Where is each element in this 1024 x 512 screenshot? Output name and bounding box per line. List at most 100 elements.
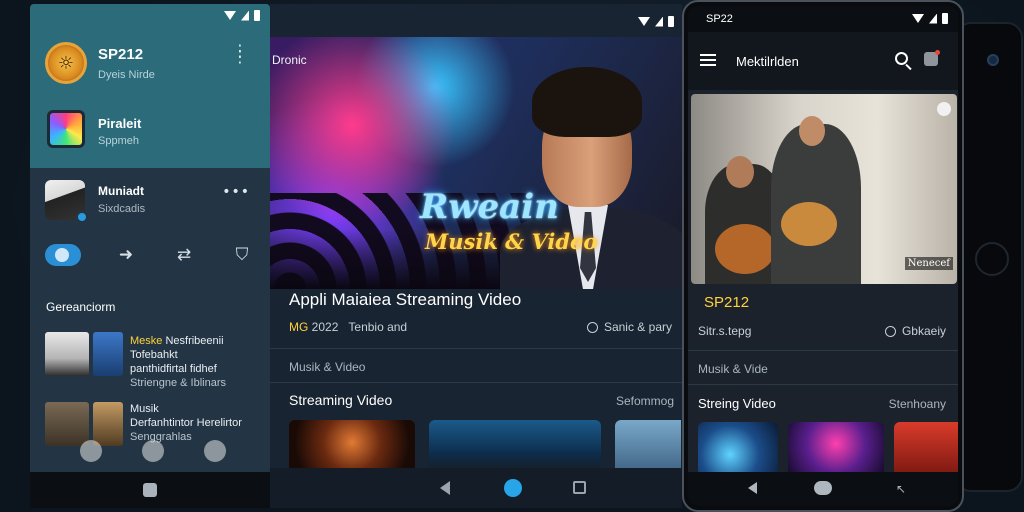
- option-icon[interactable]: [937, 102, 951, 116]
- list-item-line: panthidfirtal fidhef: [130, 363, 217, 375]
- category-label: Musik & Vide: [698, 362, 768, 376]
- hero-tag: Nenecef: [904, 257, 953, 270]
- category-label: Musik & Video: [289, 360, 366, 374]
- share-button[interactable]: Sanic & pary: [586, 320, 672, 334]
- artist-name: SP212: [704, 294, 750, 311]
- more-horizontal-icon[interactable]: •••: [222, 184, 250, 200]
- share-label: Gbkaeiy: [901, 324, 946, 338]
- playlist-title[interactable]: Piraleit: [98, 116, 141, 131]
- battery-icon: [254, 10, 260, 21]
- divider: [270, 348, 682, 349]
- battery-icon: [668, 16, 674, 27]
- wifi-icon: [912, 14, 924, 23]
- section-title: Streaming Video: [289, 392, 393, 408]
- now-playing-thumbnail[interactable]: [45, 180, 88, 223]
- verified-badge-icon: [76, 211, 88, 223]
- hero-neon-subtext: Musik & Video: [425, 229, 598, 254]
- app-bar: Mektilrlden: [688, 32, 958, 90]
- recents-icon[interactable]: ↖: [896, 482, 906, 496]
- share-label: Sanic & pary: [603, 320, 672, 334]
- list-item[interactable]: Meske Nesfribeenii Tofebahkt panthidfirt…: [130, 334, 270, 390]
- list-item-title: Musik: [130, 403, 159, 415]
- battery-icon: [942, 13, 948, 24]
- video-carousel: [698, 422, 958, 476]
- signal-icon: [655, 16, 663, 27]
- app-title: Mektilrlden: [736, 54, 799, 69]
- meta-info: Tenbio and: [348, 320, 408, 334]
- system-nav-bar: ↖: [688, 472, 958, 506]
- list-item-line: Derfanhtintor Herelirtor: [130, 417, 242, 429]
- thumbnail: [45, 332, 89, 376]
- player-controls: ➜ ⇄ ⛉: [45, 244, 255, 266]
- section-heading: Gereanciorm: [46, 300, 116, 314]
- meta-highlight: MG: [289, 320, 309, 334]
- now-playing-subtitle: Sixdcadis: [98, 203, 146, 215]
- account-name: SP212: [98, 46, 144, 63]
- wifi-icon: [638, 17, 650, 26]
- section-more-link[interactable]: Sefommog: [616, 394, 674, 408]
- next-icon[interactable]: ➜: [113, 245, 139, 265]
- menu-icon[interactable]: [700, 54, 716, 66]
- fingerprint-sensor: [975, 242, 1009, 276]
- video-card[interactable]: [894, 422, 958, 476]
- drawer-panel: ☼ SP212 Dyeis Nirde ⋮ ⋮ Piraleit Sppmeh M…: [30, 4, 270, 508]
- video-card[interactable]: [698, 422, 778, 476]
- tablet-screen: Dronic Rweain Musik & Video Appli Maiaie…: [270, 4, 682, 508]
- now-playing-title[interactable]: Muniadt: [98, 184, 144, 198]
- list-item[interactable]: Musik Derfanhtintor Herelirtor Senggrahl…: [130, 402, 242, 444]
- meta-year: 2022: [308, 320, 339, 334]
- camera-icon: [987, 54, 999, 66]
- playlist-thumbnail[interactable]: [47, 110, 85, 148]
- list-item-thumbnails[interactable]: [45, 332, 123, 376]
- hero-banner[interactable]: Dronic Rweain Musik & Video: [270, 37, 682, 289]
- shield-icon[interactable]: ⛉: [229, 245, 255, 265]
- play-toggle[interactable]: [45, 244, 81, 266]
- more-vertical-icon[interactable]: ⋮ ⋮: [232, 43, 250, 65]
- list-item-subtitle: Striengne & Iblinars: [130, 377, 226, 389]
- phone-frame: SP22 Mektilrlden Nenecef SP212 Sitr.s.te…: [682, 0, 964, 512]
- status-bar: SP22: [688, 6, 958, 32]
- cast-icon[interactable]: [924, 50, 940, 66]
- search-icon[interactable]: [895, 52, 908, 65]
- share-icon: [586, 321, 598, 333]
- section-title: Streing Video: [698, 396, 776, 411]
- drawer-bottom-nav: [80, 440, 226, 462]
- video-meta: MG 2022 Tenbio and: [289, 320, 407, 334]
- home-icon[interactable]: [80, 440, 102, 462]
- home-button[interactable]: [504, 479, 522, 497]
- drawer-header: ☼ SP212 Dyeis Nirde ⋮ ⋮ Piraleit Sppmeh: [30, 26, 270, 168]
- signal-icon: [241, 10, 249, 21]
- repeat-icon[interactable]: ⇄: [171, 245, 197, 265]
- phone-screen: SP22 Mektilrlden Nenecef SP212 Sitr.s.te…: [688, 6, 958, 506]
- hero-video[interactable]: Nenecef: [691, 94, 957, 284]
- status-bar: [30, 4, 270, 26]
- divider: [270, 382, 682, 383]
- hero-label: Dronic: [272, 53, 307, 67]
- hero-artist-image: [500, 67, 682, 289]
- video-title: Appli Maiaiea Streaming Video: [289, 290, 522, 309]
- list-item-highlight: Meske: [130, 335, 163, 347]
- share-button[interactable]: Gbkaeiy: [884, 324, 946, 338]
- section-more-link[interactable]: Stenhoany: [889, 397, 946, 411]
- home-button[interactable]: [814, 481, 832, 495]
- system-nav-bar: [30, 472, 270, 508]
- status-time: SP22: [706, 13, 733, 25]
- back-icon[interactable]: [440, 481, 450, 495]
- playlist-subtitle: Sppmeh: [98, 135, 139, 147]
- wifi-icon: [224, 11, 236, 20]
- video-card[interactable]: [788, 422, 884, 476]
- phone-back: [955, 22, 1023, 492]
- divider: [688, 384, 958, 385]
- video-meta: Sitr.s.tepg: [698, 324, 752, 338]
- library-icon[interactable]: [204, 440, 226, 462]
- explore-icon[interactable]: [142, 440, 164, 462]
- back-icon[interactable]: [748, 482, 757, 494]
- home-button[interactable]: [143, 483, 157, 497]
- account-avatar[interactable]: ☼: [45, 42, 87, 84]
- system-nav-bar: [270, 468, 682, 508]
- recents-icon[interactable]: [573, 481, 586, 494]
- account-subtitle: Dyeis Nirde: [98, 69, 155, 81]
- thumbnail: [93, 332, 123, 376]
- hero-neon-text: Rweain: [420, 187, 559, 227]
- divider: [688, 350, 958, 351]
